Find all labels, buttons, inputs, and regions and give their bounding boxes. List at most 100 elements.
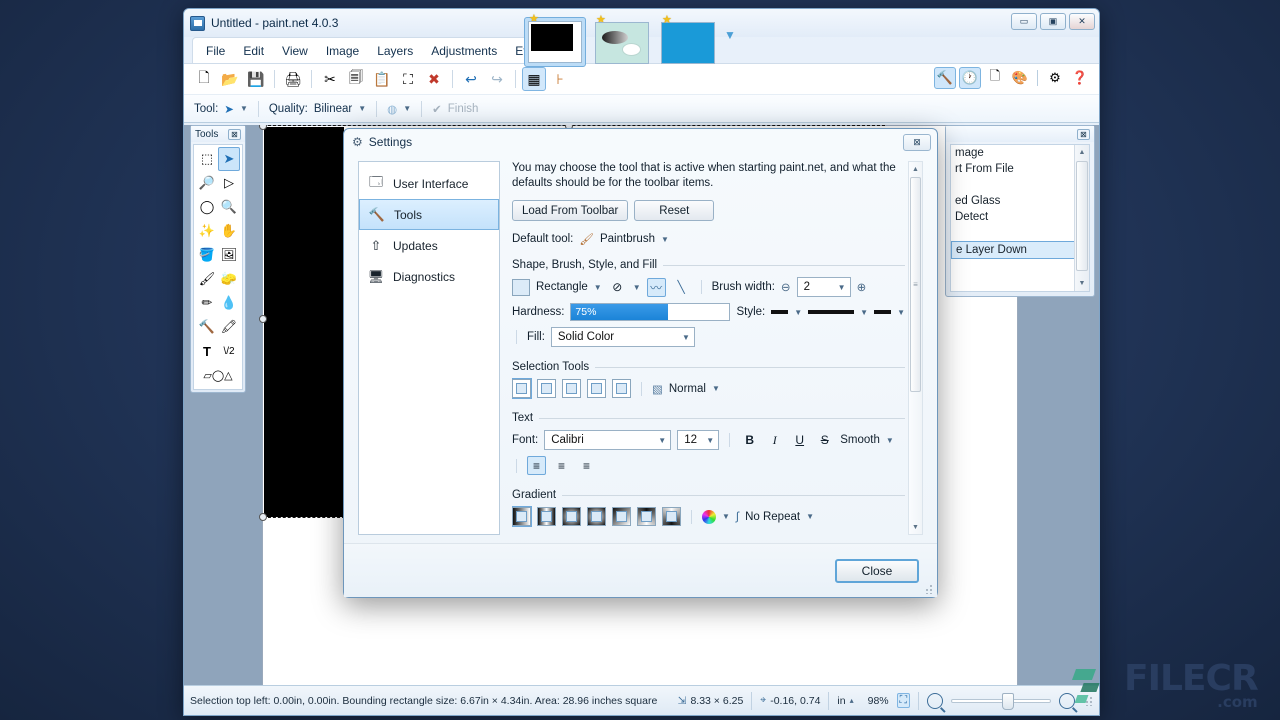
history-item-2[interactable]: rt From File xyxy=(951,161,1089,177)
scroll-down-icon[interactable]: ▼ xyxy=(1075,276,1089,291)
gradient-radial-icon[interactable] xyxy=(587,507,606,526)
thumbnail-overflow-icon[interactable]: ▼ xyxy=(724,28,736,42)
nav-updates[interactable]: ⇧ Updates xyxy=(359,230,499,261)
font-size-dropdown[interactable]: 12 ▼ xyxy=(677,430,719,450)
font-size-caret-icon[interactable]: ▼ xyxy=(706,436,714,445)
text-tool[interactable]: T xyxy=(196,339,218,363)
paint-bucket-tool[interactable]: 🪣 xyxy=(196,243,218,267)
grid-icon[interactable]: ▦ xyxy=(522,67,546,91)
ellipse-select-tool[interactable]: ◯ xyxy=(196,195,218,219)
units-caret-icon[interactable]: ▴ xyxy=(850,696,854,705)
history-item-5[interactable]: Detect xyxy=(951,209,1089,225)
reset-button[interactable]: Reset xyxy=(634,200,714,221)
history-item-3[interactable] xyxy=(951,177,1089,193)
shape-value[interactable]: Rectangle xyxy=(536,281,588,293)
save-icon[interactable]: 💾 xyxy=(244,67,268,91)
fit-to-window-icon[interactable]: ⛶ xyxy=(897,693,910,708)
line-end-caret-icon[interactable]: ▼ xyxy=(897,308,905,317)
gradient-conical-icon[interactable] xyxy=(612,507,631,526)
repeat-caret-icon[interactable]: ▼ xyxy=(806,512,814,521)
quality-dropdown-caret-icon[interactable]: ▼ xyxy=(358,104,366,113)
zoom-tool[interactable]: 🔍 xyxy=(218,195,240,219)
line-curve-tool[interactable]: \/2 xyxy=(218,339,240,363)
align-left-icon[interactable]: ≡ xyxy=(527,456,546,475)
nav-diagnostics[interactable]: 🖥 Diagnostics xyxy=(359,261,499,292)
history-item-7[interactable]: e Layer Down xyxy=(951,241,1089,259)
repeat-value[interactable]: No Repeat xyxy=(745,511,800,523)
new-icon[interactable]: 🗋 xyxy=(192,67,216,91)
brush-width-plus-icon[interactable]: ⊕ xyxy=(857,280,867,294)
gradient-linear-icon[interactable] xyxy=(512,507,531,526)
history-panel-close-icon[interactable]: ⊠ xyxy=(1077,129,1090,140)
open-icon[interactable]: 📂 xyxy=(218,67,242,91)
line-icon[interactable]: ╲ xyxy=(672,278,691,297)
text-smoothing-caret-icon[interactable]: ▼ xyxy=(886,436,894,445)
default-tool-caret-icon[interactable]: ▼ xyxy=(661,235,669,244)
selection-quality-caret-icon[interactable]: ▼ xyxy=(712,384,720,393)
shape-combine-icon[interactable]: ⊘ xyxy=(608,278,627,297)
align-center-icon[interactable]: ≡ xyxy=(552,456,571,475)
font-caret-icon[interactable]: ▼ xyxy=(658,436,666,445)
gradient-linear-diamond-icon[interactable] xyxy=(562,507,581,526)
nav-tools[interactable]: 🔨 Tools xyxy=(359,199,499,230)
line-end-style-icon[interactable] xyxy=(874,310,891,314)
settings-pane-scrollbar[interactable]: ▲ ≡ ▼ xyxy=(908,161,923,535)
cut-icon[interactable]: ✂ xyxy=(318,67,342,91)
shapes-tool[interactable]: ▱◯△ xyxy=(196,363,240,387)
pane-scroll-up-icon[interactable]: ▲ xyxy=(909,162,922,176)
rectangle-select-tool[interactable]: ⬚ xyxy=(196,147,218,171)
maximize-button[interactable]: ▣ xyxy=(1040,13,1066,30)
crop-to-selection-icon[interactable]: ⛶ xyxy=(396,67,420,91)
tool-dropdown-caret-icon[interactable]: ▼ xyxy=(240,104,248,113)
menu-image[interactable]: Image xyxy=(317,41,368,61)
underline-icon[interactable]: U xyxy=(790,431,809,450)
print-icon[interactable]: 🖨 xyxy=(281,67,305,91)
colors-window-icon[interactable]: 🎨 xyxy=(1009,67,1031,89)
zoom-in-icon[interactable] xyxy=(1059,693,1075,709)
paste-icon[interactable]: 📋 xyxy=(370,67,394,91)
selection-xor-icon[interactable] xyxy=(587,379,606,398)
brush-width-input[interactable]: 2 ▼ xyxy=(797,277,851,297)
image-thumb-1[interactable]: ★ xyxy=(524,17,586,67)
gradient-spiral2-icon[interactable] xyxy=(662,507,681,526)
pane-scroll-down-icon[interactable]: ▼ xyxy=(909,520,922,534)
dialog-resize-grip[interactable] xyxy=(923,584,933,594)
shape-caret-icon[interactable]: ▼ xyxy=(594,283,602,292)
color-wheel-icon[interactable] xyxy=(702,510,716,524)
scroll-thumb[interactable] xyxy=(1076,161,1088,271)
selection-handle-ml[interactable] xyxy=(259,315,267,323)
close-button[interactable]: ✕ xyxy=(1069,13,1095,30)
text-smoothing-value[interactable]: Smooth xyxy=(840,434,880,446)
menu-edit[interactable]: Edit xyxy=(234,41,273,61)
selection-intersect-icon[interactable] xyxy=(612,379,631,398)
history-window-icon[interactable]: 🕐 xyxy=(959,67,981,89)
move-selection-icon[interactable]: ➤ xyxy=(224,102,234,116)
menu-adjustments[interactable]: Adjustments xyxy=(422,41,506,61)
pan-tool[interactable]: ✋ xyxy=(218,219,240,243)
selection-quality-value[interactable]: Normal xyxy=(669,383,706,395)
italic-icon[interactable]: I xyxy=(765,431,784,450)
line-cap-caret-icon[interactable]: ▼ xyxy=(860,308,868,317)
recolor-tool[interactable]: 🖍 xyxy=(218,315,240,339)
curve-icon[interactable]: 〰 xyxy=(647,278,666,297)
units-group[interactable]: in ▴ xyxy=(837,695,853,707)
color-picker-tool[interactable]: 💧 xyxy=(218,291,240,315)
history-item-4[interactable]: ed Glass xyxy=(951,193,1089,209)
gradient-spiral-icon[interactable] xyxy=(637,507,656,526)
move-selected-tool[interactable]: ➤ xyxy=(218,147,240,171)
history-item-1[interactable]: mage xyxy=(951,145,1089,161)
combine-caret-icon[interactable]: ▼ xyxy=(633,283,641,292)
eraser-tool[interactable]: 🧽 xyxy=(218,267,240,291)
strikethrough-icon[interactable]: S xyxy=(815,431,834,450)
selection-handle-bl[interactable] xyxy=(259,513,267,521)
menu-view[interactable]: View xyxy=(273,41,317,61)
history-list[interactable]: mage rt From File ed Glass Detect e Laye… xyxy=(950,144,1090,292)
bold-icon[interactable]: B xyxy=(740,431,759,450)
tools-window-icon[interactable]: 🔨 xyxy=(934,67,956,89)
settings-close-button[interactable]: Close xyxy=(835,559,919,583)
pencil-tool[interactable]: ✏ xyxy=(196,291,218,315)
zoom-out-icon[interactable] xyxy=(927,693,943,709)
color-mode-caret-icon[interactable]: ▼ xyxy=(722,512,730,521)
zoom-slider[interactable] xyxy=(951,699,1051,703)
help-icon[interactable]: ❓ xyxy=(1069,67,1091,89)
